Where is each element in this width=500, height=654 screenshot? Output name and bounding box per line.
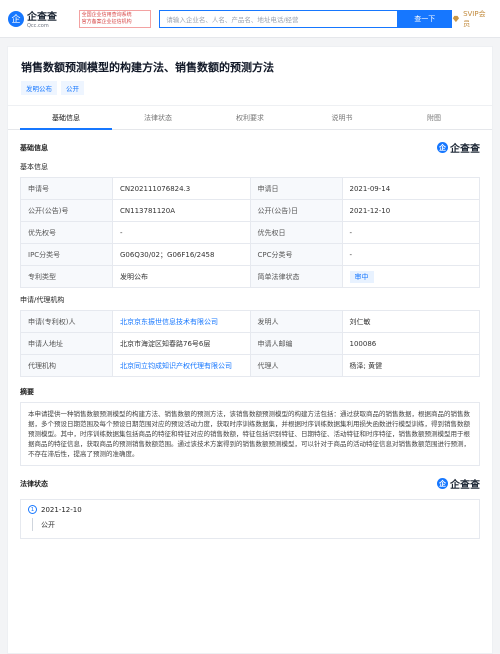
table-row: 申请人地址 北京市海淀区知春路76号6层 申请人邮编 100086: [20, 332, 480, 355]
basic-info-section: 基础信息 企 企查查 基本信息 申请号 CN202111076824.3 申请日…: [8, 130, 492, 466]
applicant-subsection-title: 申请/代理机构: [20, 296, 65, 304]
brand-name: 企查查: [450, 144, 480, 155]
field-label: 优先权号: [20, 221, 113, 244]
table-row: 优先权号 - 优先权日 -: [20, 221, 480, 244]
basic-info-table: 申请号 CN202111076824.3 申请日 2021-09-14 公开(公…: [20, 177, 480, 288]
field-value: 杨泽; 黄健: [341, 354, 480, 377]
field-value: -: [341, 243, 480, 266]
field-value: -: [112, 221, 251, 244]
field-label: 专利类型: [20, 265, 113, 288]
tab-description[interactable]: 说明书: [296, 106, 388, 130]
timeline-status: 公开: [41, 520, 55, 529]
field-label: 公开(公告)日: [249, 199, 343, 222]
table-row: 代理机构 北京同立钧成知识产权代理有限公司 代理人 杨泽; 黄健: [20, 354, 480, 377]
brand-logo-icon: 企: [437, 478, 448, 489]
vip-label: SVIP会员: [463, 9, 486, 28]
table-row: 公开(公告)号 CN113781120A 公开(公告)日 2021-12-10: [20, 199, 480, 222]
summary-title: 摘要: [20, 388, 34, 396]
patent-tag: 发明公布: [21, 81, 57, 95]
logo-domain: Qcc.com: [27, 23, 49, 29]
content-tabs: 基础信息 法律状态 权利要求 说明书 附图: [8, 105, 492, 130]
patent-tags: 发明公布 公开: [21, 81, 479, 95]
patent-header: 销售数额预测模型的构建方法、销售数额的预测方法 发明公布 公开: [8, 47, 492, 106]
tab-legal-status[interactable]: 法律状态: [112, 106, 204, 130]
field-label: 申请(专利权)人: [20, 310, 113, 333]
logo-name: 企查查: [27, 12, 57, 23]
timeline-date: 2021-12-10: [41, 505, 82, 514]
applicant-table: 申请(专利权)人 北京京东振世信息技术有限公司 发明人 刘仁敏 申请人地址 北京…: [20, 310, 480, 377]
search-input[interactable]: 请输入企业名、人名、产品名、地址电话/经营: [159, 9, 398, 28]
applicant-link[interactable]: 北京京东振世信息技术有限公司: [112, 310, 251, 333]
logo-icon: 企: [8, 10, 24, 27]
site-logo[interactable]: 企 企查查 Qcc.com: [8, 8, 79, 29]
tab-drawings[interactable]: 附图: [388, 106, 480, 130]
field-value: 发明公布: [112, 265, 251, 288]
credit-badge: 全国企业信用查询系统 官方备案企业征信机构: [78, 9, 152, 28]
field-value: 100086: [341, 332, 480, 355]
table-row: IPC分类号 G06Q30/02；G06F16/2458 CPC分类号 -: [20, 243, 480, 266]
field-label: 申请人地址: [20, 332, 113, 355]
legal-status-header: 法律状态 企 企查查: [20, 476, 480, 491]
field-value: CN113781120A: [112, 199, 251, 222]
table-row: 申请号 CN202111076824.3 申请日 2021-09-14: [20, 177, 480, 200]
basic-info-header: 基础信息 企 企查查: [20, 140, 480, 155]
legal-status-section: 法律状态 企 企查查 1 2021-12-10 公开: [8, 466, 492, 539]
field-label: 简单法律状态: [249, 265, 343, 288]
field-value: 刘仁敏: [341, 310, 480, 333]
patent-page: 销售数额预测模型的构建方法、销售数额的预测方法 发明公布 公开 基础信息 法律状…: [7, 46, 493, 654]
legal-status-cell: 审中: [341, 265, 480, 288]
field-value: CN202111076824.3: [112, 177, 251, 200]
field-label: 优先权日: [249, 221, 343, 244]
brand-mark: 企 企查查: [437, 140, 480, 155]
logo-text: 企查查 Qcc.com: [27, 8, 57, 29]
credit-badge-line2: 官方备案企业征信机构: [81, 18, 132, 25]
table-row: 专利类型 发明公布 简单法律状态 审中: [20, 265, 480, 288]
patent-title: 销售数额预测模型的构建方法、销售数额的预测方法: [21, 61, 274, 74]
field-value: -: [341, 221, 480, 244]
basic-info-title: 基础信息: [20, 143, 48, 152]
field-value: G06Q30/02；G06F16/2458: [112, 243, 251, 266]
diamond-icon: [453, 15, 460, 22]
field-label: 申请号: [20, 177, 113, 200]
agency-link[interactable]: 北京同立钧成知识产权代理有限公司: [112, 354, 251, 377]
field-value: 2021-09-14: [341, 177, 480, 200]
tab-claims[interactable]: 权利要求: [204, 106, 296, 130]
vip-link[interactable]: SVIP会员: [452, 9, 492, 29]
top-bar: 企 企查查 Qcc.com 全国企业信用查询系统 官方备案企业征信机构 请输入企…: [0, 0, 500, 38]
brand-logo-icon: 企: [437, 142, 448, 153]
basic-subsection-title: 基本信息: [20, 163, 48, 171]
field-label: 代理机构: [20, 354, 113, 377]
field-label: 申请人邮编: [249, 332, 343, 355]
search-button[interactable]: 查一下: [397, 9, 453, 28]
tab-basic-info[interactable]: 基础信息: [20, 105, 112, 130]
field-label: CPC分类号: [249, 243, 343, 266]
status-badge: 审中: [349, 270, 374, 283]
timeline-detail: 公开: [32, 518, 472, 531]
field-value: 2021-12-10: [341, 199, 480, 222]
field-label: 发明人: [249, 310, 343, 333]
credit-badge-line1: 全国企业信用查询系统: [81, 11, 132, 18]
legal-timeline: 1 2021-12-10 公开: [20, 499, 480, 539]
timeline-item: 1 2021-12-10: [28, 505, 472, 514]
field-label: 公开(公告)号: [20, 199, 113, 222]
table-row: 申请(专利权)人 北京京东振世信息技术有限公司 发明人 刘仁敏: [20, 310, 480, 333]
legal-status-title: 法律状态: [20, 479, 48, 488]
brand-name: 企查查: [450, 480, 480, 491]
summary-text: 本申请提供一种销售数额预测模型的构建方法、销售数额的预测方法，该销售数额预测模型…: [20, 402, 480, 466]
field-value: 北京市海淀区知春路76号6层: [112, 332, 251, 355]
field-label: 代理人: [249, 354, 343, 377]
field-label: 申请日: [249, 177, 343, 200]
timeline-step-icon: 1: [28, 505, 37, 514]
field-label: IPC分类号: [20, 243, 113, 266]
brand-mark: 企 企查查: [437, 476, 480, 491]
patent-tag: 公开: [61, 81, 84, 95]
